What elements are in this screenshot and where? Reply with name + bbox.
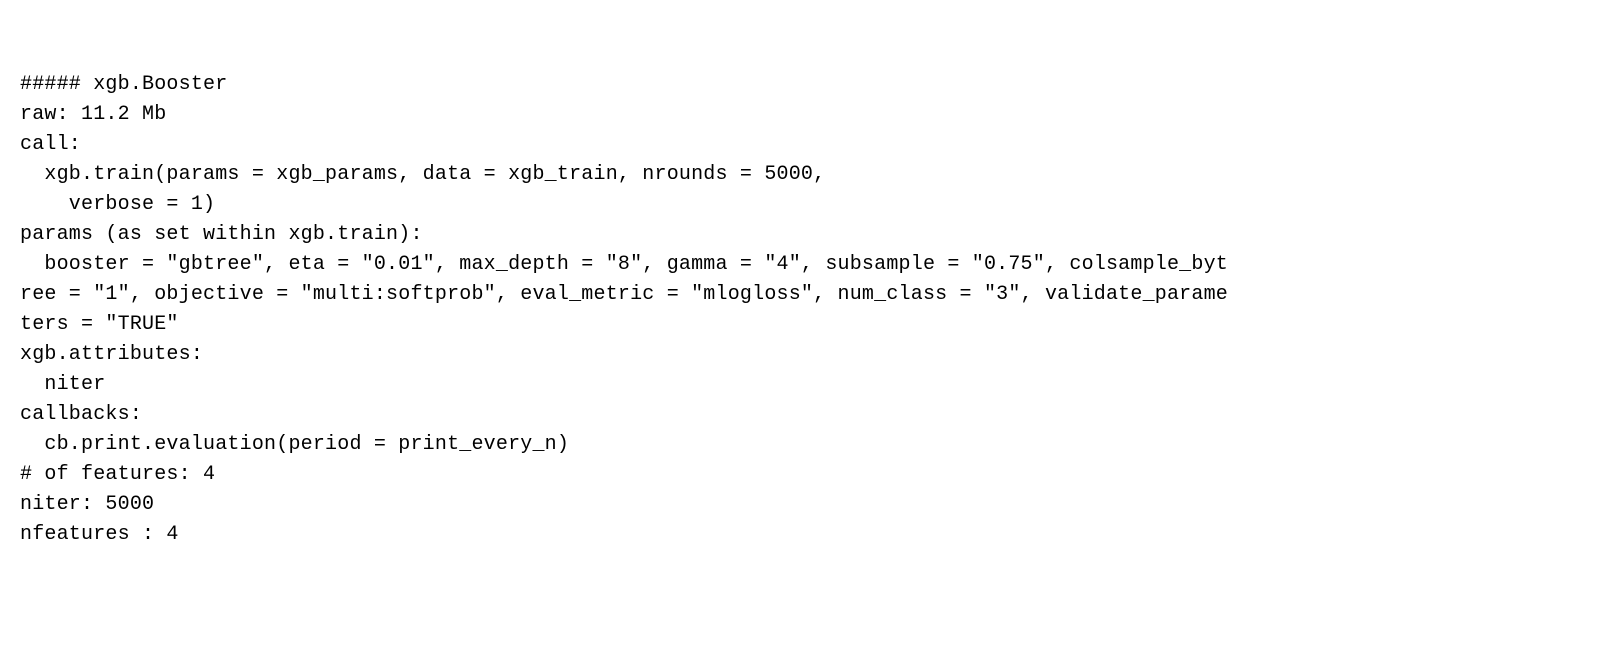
output-line: callbacks: bbox=[20, 400, 1578, 430]
output-line: booster = "gbtree", eta = "0.01", max_de… bbox=[20, 250, 1578, 280]
output-line: params (as set within xgb.train): bbox=[20, 220, 1578, 250]
output-line: verbose = 1) bbox=[20, 190, 1578, 220]
output-line: xgb.train(params = xgb_params, data = xg… bbox=[20, 160, 1578, 190]
output-line: xgb.attributes: bbox=[20, 340, 1578, 370]
output-line: nfeatures : 4 bbox=[20, 520, 1578, 550]
output-line: ree = "1", objective = "multi:softprob",… bbox=[20, 280, 1578, 310]
output-line: # of features: 4 bbox=[20, 460, 1578, 490]
output-line: niter: 5000 bbox=[20, 490, 1578, 520]
output-line: ##### xgb.Booster bbox=[20, 70, 1578, 100]
output-line: raw: 11.2 Mb bbox=[20, 100, 1578, 130]
output-line: niter bbox=[20, 370, 1578, 400]
output-line: call: bbox=[20, 130, 1578, 160]
output-line: ters = "TRUE" bbox=[20, 310, 1578, 340]
output-line: cb.print.evaluation(period = print_every… bbox=[20, 430, 1578, 460]
